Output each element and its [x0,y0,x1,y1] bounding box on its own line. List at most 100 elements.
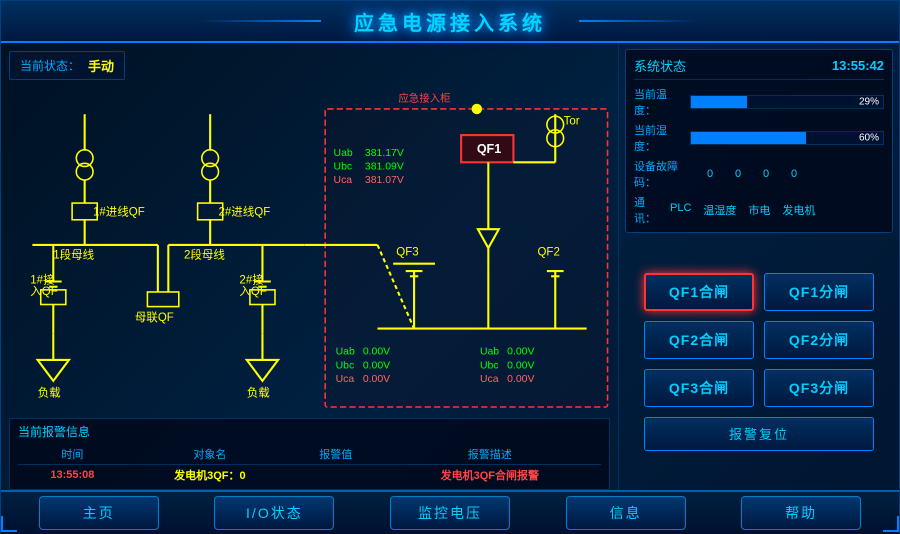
svg-text:QF1: QF1 [477,142,501,156]
svg-text:Uab: Uab [336,347,355,358]
svg-text:2#接: 2#接 [239,274,264,287]
alarm-reset-button[interactable]: 报警复位 [644,417,874,451]
alarm-col-object: 对象名 [127,444,293,465]
corner-decoration-br [883,516,899,532]
svg-text:Ubc: Ubc [336,360,355,371]
svg-text:入QF: 入QF [239,285,266,298]
temperature-label: 当前温度： [634,86,684,118]
svg-text:Uca: Uca [334,175,353,186]
humidity-fill [691,132,806,144]
temperature-bar: 29% [690,95,884,109]
svg-text:Uca: Uca [480,374,499,385]
comm-generator: 发电机 [782,202,815,218]
fault-values: 0 0 0 0 [700,168,804,180]
svg-text:2段母线: 2段母线 [184,247,225,261]
sys-status-title: 系统状态 [634,56,686,75]
humidity-value: 60% [859,133,879,144]
svg-text:1#进线QF: 1#进线QF [93,205,145,219]
svg-text:381.07V: 381.07V [365,175,404,186]
svg-text:Tor: Tor [564,116,580,128]
fault-label: 设备故障码： [634,158,694,190]
svg-text:1#接: 1#接 [30,274,55,287]
nav-voltage[interactable]: 监控电压 [390,496,510,530]
title-bar: 应急电源接入系统 [1,1,899,43]
svg-text:0.00V: 0.00V [363,360,390,371]
nav-home[interactable]: 主页 [39,496,159,530]
svg-text:Ubc: Ubc [480,360,499,371]
svg-text:381.17V: 381.17V [365,148,404,159]
alarm-value [293,465,379,486]
sys-time: 13:55:42 [832,58,884,73]
svg-text:母联QF: 母联QF [135,310,174,324]
qf3-close-button[interactable]: QF3合闸 [644,369,754,407]
svg-text:1段母线: 1段母线 [53,247,94,261]
qf2-open-button[interactable]: QF2分闸 [764,321,874,359]
comm-plc: PLC [670,202,691,218]
page-title: 应急电源接入系统 [354,7,546,36]
svg-text:QF2: QF2 [537,246,559,258]
alarm-time: 13:55:08 [18,465,127,486]
svg-text:QF3: QF3 [396,246,418,258]
svg-text:Uca: Uca [336,374,355,385]
alarm-col-desc: 报警描述 [379,444,601,465]
control-buttons-section: QF1合闸 QF1分闸 QF2合闸 QF2分闸 QF3合闸 QF3分闸 报警复位 [625,239,893,484]
nav-info[interactable]: 信息 [566,496,686,530]
svg-text:0.00V: 0.00V [507,360,534,371]
svg-text:负载: 负载 [247,386,270,400]
humidity-row: 当前湿度： 60% [634,122,884,154]
alarm-section: 当前报警信息 时间 对象名 报警值 报警描述 13:55:08 发电机 [9,418,610,490]
fault-val-1: 0 [728,168,748,180]
bottom-nav: 主页 I/O状态 监控电压 信息 帮助 [1,490,899,534]
comm-mains: 市电 [748,202,770,218]
diagram-panel: 当前状态： 手动 .diag-line { stroke: #ffff00; s… [1,43,619,490]
alarm-table: 时间 对象名 报警值 报警描述 13:55:08 发电机3QF：0 发电机3QF… [18,444,601,485]
comm-items: PLC 温湿度 市电 发电机 [670,202,815,218]
nav-help[interactable]: 帮助 [741,496,861,530]
svg-text:0.00V: 0.00V [363,347,390,358]
comm-label: 通 讯： [634,194,664,226]
svg-text:0.00V: 0.00V [507,374,534,385]
fault-val-3: 0 [784,168,804,180]
qf2-close-button[interactable]: QF2合闸 [644,321,754,359]
qf3-open-button[interactable]: QF3分闸 [764,369,874,407]
system-status-panel: 系统状态 13:55:42 当前温度： 29% 当前湿度： 60% [625,49,893,233]
humidity-bar: 60% [690,131,884,145]
comm-humidity: 温湿度 [703,202,736,218]
svg-text:Uab: Uab [480,347,499,358]
comm-row: 通 讯： PLC 温湿度 市电 发电机 [634,194,884,226]
svg-text:0.00V: 0.00V [507,347,534,358]
qf2-button-row: QF2合闸 QF2分闸 [625,321,893,359]
svg-text:Ubc: Ubc [334,162,353,173]
alarm-col-time: 时间 [18,444,127,465]
qf1-close-button[interactable]: QF1合闸 [644,273,754,311]
nav-io[interactable]: I/O状态 [214,496,334,530]
temperature-fill [691,96,747,108]
content-area: 当前状态： 手动 .diag-line { stroke: #ffff00; s… [1,43,899,490]
temperature-value: 29% [859,97,879,108]
status-label: 当前状态： [20,57,80,74]
alarm-reset-row: 报警复位 [625,417,893,451]
fault-val-2: 0 [756,168,776,180]
alarm-title: 当前报警信息 [18,423,601,440]
qf1-open-button[interactable]: QF1分闸 [764,273,874,311]
corner-decoration-bl [1,516,17,532]
alarm-description: 发电机3QF合闸报警 [379,465,601,486]
fault-row: 设备故障码： 0 0 0 0 [634,158,884,190]
alarm-object: 发电机3QF：0 [127,465,293,486]
svg-text:负载: 负载 [38,386,61,400]
qf3-button-row: QF3合闸 QF3分闸 [625,369,893,407]
alarm-col-value: 报警值 [293,444,379,465]
temperature-row: 当前温度： 29% [634,86,884,118]
svg-text:381.09V: 381.09V [365,162,404,173]
fault-val-0: 0 [700,168,720,180]
qf1-button-row: QF1合闸 QF1分闸 [625,273,893,311]
main-container: 应急电源接入系统 当前状态： 手动 .diag-line { stroke: #… [0,0,900,533]
humidity-label: 当前湿度： [634,122,684,154]
right-panel: 系统状态 13:55:42 当前温度： 29% 当前湿度： 60% [619,43,899,490]
sys-status-header: 系统状态 13:55:42 [634,56,884,80]
svg-text:应急接入柜: 应急接入柜 [398,92,450,105]
alarm-row: 13:55:08 发电机3QF：0 发电机3QF合闸报警 [18,465,601,486]
svg-text:Uab: Uab [334,148,353,159]
svg-text:入QF: 入QF [30,285,57,298]
svg-text:0.00V: 0.00V [363,374,390,385]
